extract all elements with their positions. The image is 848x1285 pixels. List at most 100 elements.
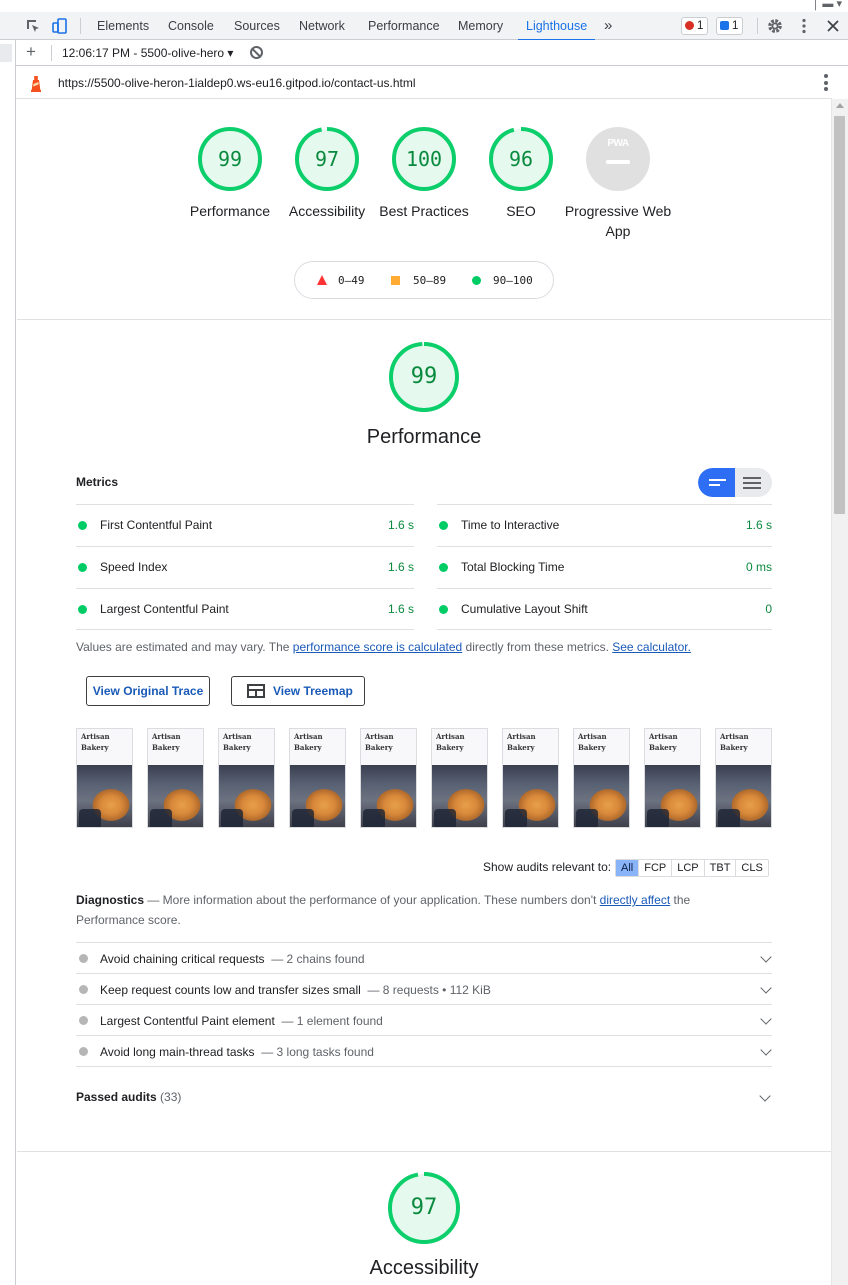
frame-header: Artisan Bakery [219,729,274,765]
pass-dot-icon [78,605,87,614]
close-devtools-icon[interactable] [824,17,842,35]
tab-performance[interactable]: Performance [368,12,440,40]
frame-title-line: Bakery [365,743,393,752]
devtools-tab-bar: Elements Console Sources Network Perform… [0,12,848,41]
message-icon [720,21,729,30]
customize-menu-icon[interactable] [795,17,813,35]
bread-image [432,765,487,827]
filmstrip-frame: Artisan Bakery [289,728,346,828]
metric-value: 0 [765,602,772,616]
error-count: 1 [697,20,704,32]
informative-dot-icon [79,1016,88,1025]
filter-cls[interactable]: CLS [735,860,767,876]
pass-dot-icon [439,605,448,614]
errors-badge[interactable]: 1 [681,17,709,35]
tab-network[interactable]: Network [299,12,345,40]
performance-section-gauge: 99 [389,342,459,412]
chevron-down-icon[interactable] [760,1044,772,1056]
clear-reports-icon[interactable] [250,46,263,59]
panel-edge-marker [0,44,12,62]
audit-row[interactable]: Avoid chaining critical requests — 2 cha… [76,942,772,973]
section-divider [17,1151,831,1152]
informative-dot-icon [79,1047,88,1056]
see-calculator-link[interactable]: See calculator. [612,640,691,654]
frame-header: Artisan Bakery [716,729,771,765]
settings-gear-icon[interactable] [766,17,784,35]
tab-memory[interactable]: Memory [458,12,503,40]
frame-title: Artisan Bakery [223,731,252,753]
metric-value: 1.6 s [745,518,772,532]
gauge-pwa[interactable]: PWA [584,125,652,193]
score-calculated-link[interactable]: performance score is calculated [293,640,462,654]
filmstrip-frame: Artisan Bakery [76,728,133,828]
error-icon [685,21,694,30]
accessibility-score: 97 [410,1195,438,1220]
view-treemap-label: View Treemap [273,684,353,698]
gauge-seo[interactable]: 96 [487,125,555,193]
tab-sources[interactable]: Sources [234,12,280,40]
gauge-best-practices[interactable]: 100 [390,125,458,193]
gauge-performance[interactable]: 99 [196,125,264,193]
frame-title-line: Bakery [578,743,606,752]
frame-title-line: Bakery [507,743,535,752]
audit-title: Largest Contentful Paint element [100,1014,275,1028]
bread-image [716,765,771,827]
frame-title-line: Bakery [223,743,251,752]
treemap-icon [247,684,265,698]
directly-affect-link[interactable]: directly affect [600,893,670,907]
scrollbar-thumb[interactable] [834,116,845,514]
audit-row[interactable]: Keep request counts low and transfer siz… [76,973,772,1004]
expanded-view-icon[interactable] [743,477,761,479]
frame-title-line: Artisan [223,732,252,741]
report-menu-icon[interactable] [824,74,828,91]
chevron-down-icon[interactable] [760,982,772,994]
audit-title: Avoid long main-thread tasks [100,1045,255,1059]
view-original-trace-button[interactable]: View Original Trace [86,676,210,706]
passed-audits-toggle[interactable]: Passed audits (33) [76,1090,181,1104]
tab-lighthouse[interactable]: Lighthouse [517,12,596,41]
filter-tbt[interactable]: TBT [703,860,736,876]
diagnostics-text: — More information about the performance… [144,893,600,907]
report-url-bar: https://5500-olive-heron-1ialdep0.ws-eu1… [16,66,832,99]
compact-view-button[interactable] [698,468,735,497]
more-tabs-button[interactable]: » [604,12,612,40]
diagnostics-description: Diagnostics — More information about the… [76,890,756,930]
report-selector[interactable]: 12:06:17 PM - 5500-olive-hero ▾ [62,46,233,60]
gauge-accessibility[interactable]: 97 [293,125,361,193]
gauge-label: Best Practices [379,203,469,219]
filter-fcp[interactable]: FCP [638,860,671,876]
tested-url: https://5500-olive-heron-1ialdep0.ws-eu1… [58,76,416,90]
metric-title: Speed Index [100,560,168,574]
metric-title: Time to Interactive [461,518,560,532]
audit-row[interactable]: Largest Contentful Paint element — 1 ele… [76,1004,772,1035]
metrics-view-toggle[interactable] [698,468,772,497]
bread-image [574,765,629,827]
metric-row: Cumulative Layout Shift 0 [437,588,772,630]
filter-lcp[interactable]: LCP [671,860,703,876]
messages-badge[interactable]: 1 [716,17,744,35]
audit-title: Avoid chaining critical requests [100,952,265,966]
frame-header: Artisan Bakery [503,729,558,765]
bread-image [219,765,274,827]
performance-title: Performance [366,426,482,448]
audit-display-value: — 8 requests • 112 KiB [367,983,491,997]
gauge-label: Progressive Web App [564,203,672,239]
tab-elements[interactable]: Elements [97,12,149,40]
chevron-down-icon[interactable] [760,1013,772,1025]
scroll-up-arrow-icon[interactable] [836,103,844,108]
filmstrip-frame: Artisan Bakery [573,728,630,828]
frame-title: Artisan Bakery [436,731,465,753]
inspect-element-icon[interactable] [24,17,42,35]
accessibility-title: Accessibility [369,1257,479,1279]
audit-row[interactable]: Avoid long main-thread tasks — 3 long ta… [76,1035,772,1067]
device-toolbar-icon[interactable] [51,17,69,35]
filter-all[interactable]: All [616,860,639,876]
chevron-down-icon[interactable] [759,1090,771,1102]
filmstrip-frame: Artisan Bakery [644,728,701,828]
new-report-button[interactable]: + [26,43,36,61]
filmstrip-frame: Artisan Bakery [147,728,204,828]
tab-console[interactable]: Console [168,12,214,40]
metric-row: Speed Index 1.6 s [76,546,414,588]
view-treemap-button[interactable]: View Treemap [231,676,365,706]
chevron-down-icon[interactable] [760,951,772,963]
